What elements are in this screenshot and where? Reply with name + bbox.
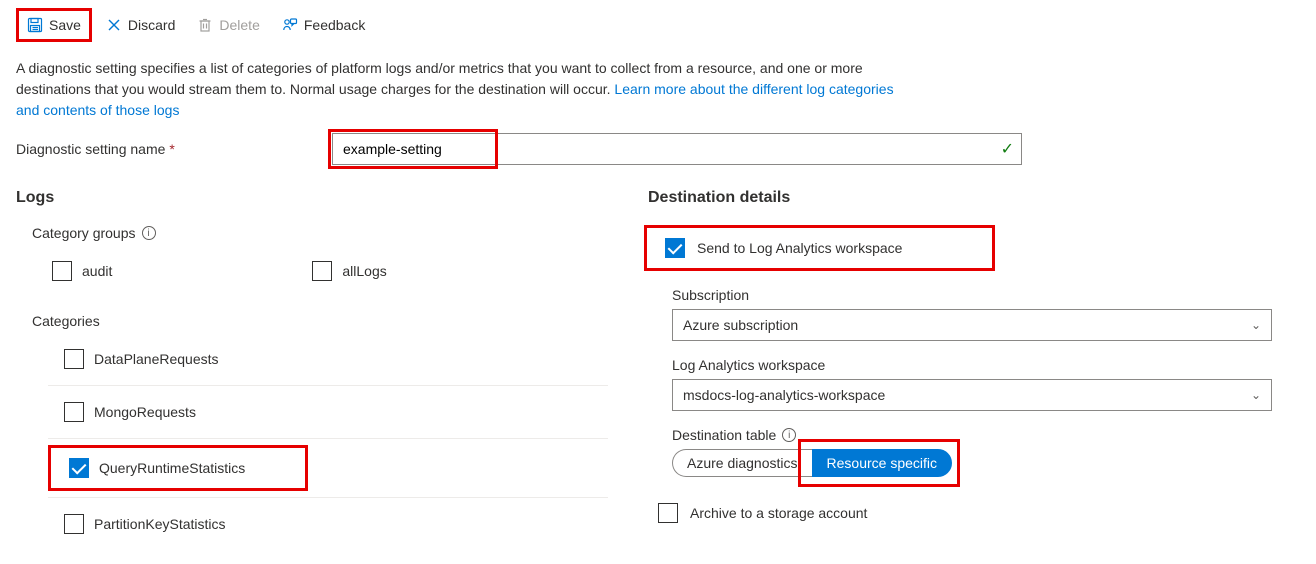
save-icon	[27, 17, 43, 33]
send-law-label: Send to Log Analytics workspace	[697, 240, 902, 256]
delete-button: Delete	[189, 11, 267, 39]
close-icon	[106, 17, 122, 33]
checkbox-dataplanerequests[interactable]	[64, 349, 84, 369]
category-label: QueryRuntimeStatistics	[99, 460, 245, 476]
checkbox-audit[interactable]	[52, 261, 72, 281]
checkbox-mongorequests[interactable]	[64, 402, 84, 422]
save-label: Save	[49, 17, 81, 33]
destination-title: Destination details	[648, 189, 1300, 207]
category-label: PartitionKeyStatistics	[94, 516, 226, 532]
dest-table-label: Destination table	[672, 427, 776, 443]
checkbox-archive-storage[interactable]	[658, 503, 678, 523]
feedback-icon	[282, 17, 298, 33]
category-groups-label: Category groups	[32, 225, 136, 241]
categories-label: Categories	[32, 313, 616, 329]
info-icon[interactable]: i	[142, 226, 156, 240]
workspace-value: msdocs-log-analytics-workspace	[683, 387, 885, 403]
subscription-select[interactable]: Azure subscription ⌄	[672, 309, 1272, 341]
workspace-select[interactable]: msdocs-log-analytics-workspace ⌄	[672, 379, 1272, 411]
subscription-value: Azure subscription	[683, 317, 798, 333]
category-label: MongoRequests	[94, 404, 196, 420]
setting-name-label: Diagnostic setting name	[16, 141, 165, 157]
pill-resource-specific[interactable]: Resource specific	[812, 449, 953, 477]
workspace-label: Log Analytics workspace	[672, 357, 1272, 373]
chevron-down-icon: ⌄	[1251, 318, 1261, 332]
audit-label: audit	[82, 263, 112, 279]
valid-icon: ✓	[1001, 139, 1014, 159]
logs-title: Logs	[16, 189, 616, 207]
feedback-label: Feedback	[304, 17, 365, 33]
save-button[interactable]: Save	[16, 8, 92, 42]
pill-azure-diagnostics[interactable]: Azure diagnostics	[672, 449, 812, 477]
feedback-button[interactable]: Feedback	[274, 11, 373, 39]
info-icon[interactable]: i	[782, 428, 796, 442]
delete-label: Delete	[219, 17, 259, 33]
checkbox-alllogs[interactable]	[312, 261, 332, 281]
description-text: A diagnostic setting specifies a list of…	[0, 48, 920, 121]
alllogs-label: allLogs	[342, 263, 386, 279]
setting-name-input[interactable]	[332, 133, 1022, 165]
checkbox-send-law[interactable]	[665, 238, 685, 258]
discard-button[interactable]: Discard	[98, 11, 183, 39]
category-label: DataPlaneRequests	[94, 351, 219, 367]
discard-label: Discard	[128, 17, 175, 33]
subscription-label: Subscription	[672, 287, 1272, 303]
checkbox-queryruntimestatistics[interactable]	[69, 458, 89, 478]
archive-label: Archive to a storage account	[690, 505, 867, 521]
chevron-down-icon: ⌄	[1251, 388, 1261, 402]
trash-icon	[197, 17, 213, 33]
checkbox-partitionkeystatistics[interactable]	[64, 514, 84, 534]
